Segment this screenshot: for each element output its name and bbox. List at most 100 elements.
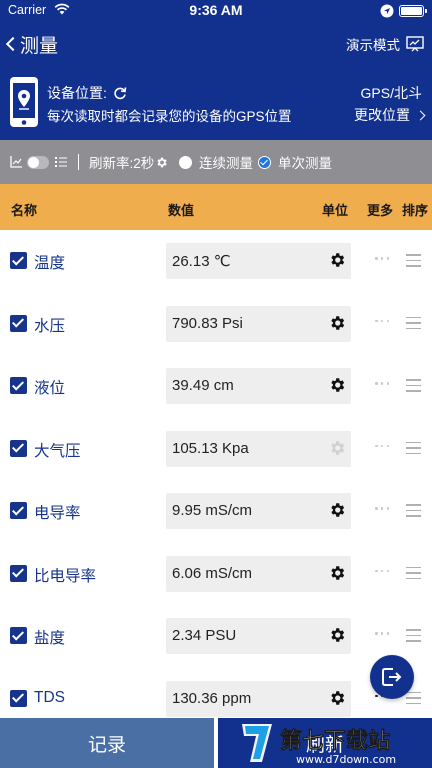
device-location-label: 设备位置: xyxy=(47,85,107,101)
row-checkbox[interactable] xyxy=(10,502,27,519)
gear-icon[interactable] xyxy=(328,376,346,394)
drag-handle-icon[interactable] xyxy=(406,566,421,580)
row-name: 比电导率 xyxy=(34,567,97,585)
row-checkbox[interactable] xyxy=(10,377,27,394)
row-name: 盐度 xyxy=(34,630,66,647)
back-button[interactable]: 测量 xyxy=(4,30,58,58)
phone-location-icon xyxy=(10,77,38,127)
row-name: TDS xyxy=(34,688,65,706)
single-measurement-label: 单次测量 xyxy=(278,156,332,171)
chart-icon[interactable] xyxy=(10,140,23,184)
logout-fab-button[interactable] xyxy=(370,655,414,699)
drag-handle-icon[interactable] xyxy=(406,504,421,517)
measurement-control-bar: 刷新率:2秒 连续测量 单次测量 xyxy=(0,140,432,184)
bottom-action-bar: 记录 刷新 xyxy=(0,718,432,768)
gps-mode-label: GPS/北斗 xyxy=(360,85,422,101)
row-value: 105.13 Kpa xyxy=(172,439,249,457)
row-checkbox[interactable] xyxy=(10,314,27,332)
chevron-left-icon xyxy=(5,36,21,52)
gear-icon[interactable] xyxy=(328,689,346,707)
header-name: 名称 xyxy=(11,203,38,218)
row-checkbox[interactable] xyxy=(10,689,27,707)
drag-handle-icon[interactable] xyxy=(406,254,421,267)
clock: 9:36 AM xyxy=(189,2,243,18)
logout-icon xyxy=(382,668,402,686)
row-name: 大气压 xyxy=(34,442,81,460)
demo-mode-button[interactable]: 演示模式 xyxy=(346,34,424,54)
gear-icon[interactable] xyxy=(328,251,346,269)
drag-handle-icon[interactable] xyxy=(406,316,421,330)
radio-unselected-icon xyxy=(179,155,192,169)
value-field[interactable]: 39.49 cm xyxy=(166,368,351,404)
drag-handle-icon[interactable] xyxy=(406,379,421,392)
row-checkbox[interactable] xyxy=(10,627,27,644)
list-icon[interactable] xyxy=(55,140,67,184)
value-field[interactable]: 6.06 mS/cm xyxy=(166,555,351,592)
table-header: 名称 数值 单位 更多 排序 xyxy=(0,184,432,230)
refresh-location-icon[interactable] xyxy=(113,86,127,100)
location-banner: 设备位置: 每次读取时都会记录您的设备的GPS位置 GPS/北斗 更改位置 xyxy=(0,66,432,140)
row-name: 水压 xyxy=(34,317,66,335)
gear-icon[interactable] xyxy=(328,314,346,332)
page-title: 测量 xyxy=(20,35,59,57)
drag-handle-icon[interactable] xyxy=(406,441,421,455)
value-field[interactable]: 105.13 Kpa xyxy=(166,430,351,467)
more-icon[interactable] xyxy=(375,507,389,513)
record-button[interactable]: 记录 xyxy=(0,718,214,768)
table-row: 比电导率 6.06 mS/cm xyxy=(0,543,432,605)
refresh-rate-gear-icon[interactable] xyxy=(155,140,168,184)
row-checkbox[interactable] xyxy=(10,564,27,582)
more-icon[interactable] xyxy=(375,632,389,638)
change-location-button[interactable]: 更改位置 xyxy=(354,105,426,125)
drag-handle-icon[interactable] xyxy=(406,691,421,705)
chevron-right-icon xyxy=(415,110,426,120)
refresh-button[interactable]: 刷新 xyxy=(218,718,432,768)
status-bar: Carrier 9:36 AM xyxy=(0,0,432,22)
gear-icon[interactable] xyxy=(328,501,346,519)
row-checkbox[interactable] xyxy=(10,439,27,457)
table-row: 大气压 105.13 Kpa xyxy=(0,418,432,480)
drag-handle-icon[interactable] xyxy=(406,629,421,642)
single-measurement-option[interactable]: 单次测量 xyxy=(258,140,332,184)
row-name: 液位 xyxy=(34,380,66,397)
change-location-label: 更改位置 xyxy=(354,107,410,123)
table-row: 温度 26.13 ℃ xyxy=(0,230,432,292)
row-value: 6.06 mS/cm xyxy=(172,564,253,582)
value-field[interactable]: 130.36 ppm xyxy=(166,680,351,717)
navigation-bar: 测量 演示模式 xyxy=(0,22,432,66)
row-name: 温度 xyxy=(34,255,66,272)
value-field[interactable]: 9.95 mS/cm xyxy=(166,493,351,529)
header-sort: 排序 xyxy=(402,203,429,218)
row-value: 130.36 ppm xyxy=(172,689,252,707)
row-value: 790.83 Psi xyxy=(172,314,243,332)
gear-icon[interactable] xyxy=(328,564,346,582)
refresh-rate-label: 刷新率:2秒 xyxy=(89,156,155,171)
row-name: 电导率 xyxy=(34,505,81,522)
table-row: 电导率 9.95 mS/cm xyxy=(0,480,432,542)
demo-mode-label: 演示模式 xyxy=(346,38,400,53)
value-field[interactable]: 2.34 PSU xyxy=(166,618,351,654)
table-row: 盐度 2.34 PSU xyxy=(0,605,432,667)
row-value: 2.34 PSU xyxy=(172,627,237,644)
location-label: 设备位置: xyxy=(47,83,127,103)
header-value: 数值 xyxy=(168,203,195,218)
row-checkbox[interactable] xyxy=(10,252,27,269)
view-toggle[interactable] xyxy=(27,140,49,184)
more-icon[interactable] xyxy=(375,382,389,388)
more-icon[interactable] xyxy=(375,569,389,576)
row-value: 39.49 cm xyxy=(172,377,234,394)
more-icon[interactable] xyxy=(375,257,389,263)
divider xyxy=(78,140,79,184)
more-icon[interactable] xyxy=(375,444,389,451)
battery-icon xyxy=(399,5,427,17)
row-value: 9.95 mS/cm xyxy=(172,502,253,519)
more-icon[interactable] xyxy=(375,319,389,326)
header-more: 更多 xyxy=(367,203,394,218)
gear-icon[interactable] xyxy=(328,626,346,644)
row-value: 26.13 ℃ xyxy=(172,253,231,270)
continuous-measurement-option[interactable]: 连续测量 xyxy=(179,140,253,184)
value-field[interactable]: 26.13 ℃ xyxy=(166,243,351,279)
radio-selected-icon xyxy=(258,155,271,169)
value-field[interactable]: 790.83 Psi xyxy=(166,305,351,342)
table-row: 液位 39.49 cm xyxy=(0,355,432,417)
